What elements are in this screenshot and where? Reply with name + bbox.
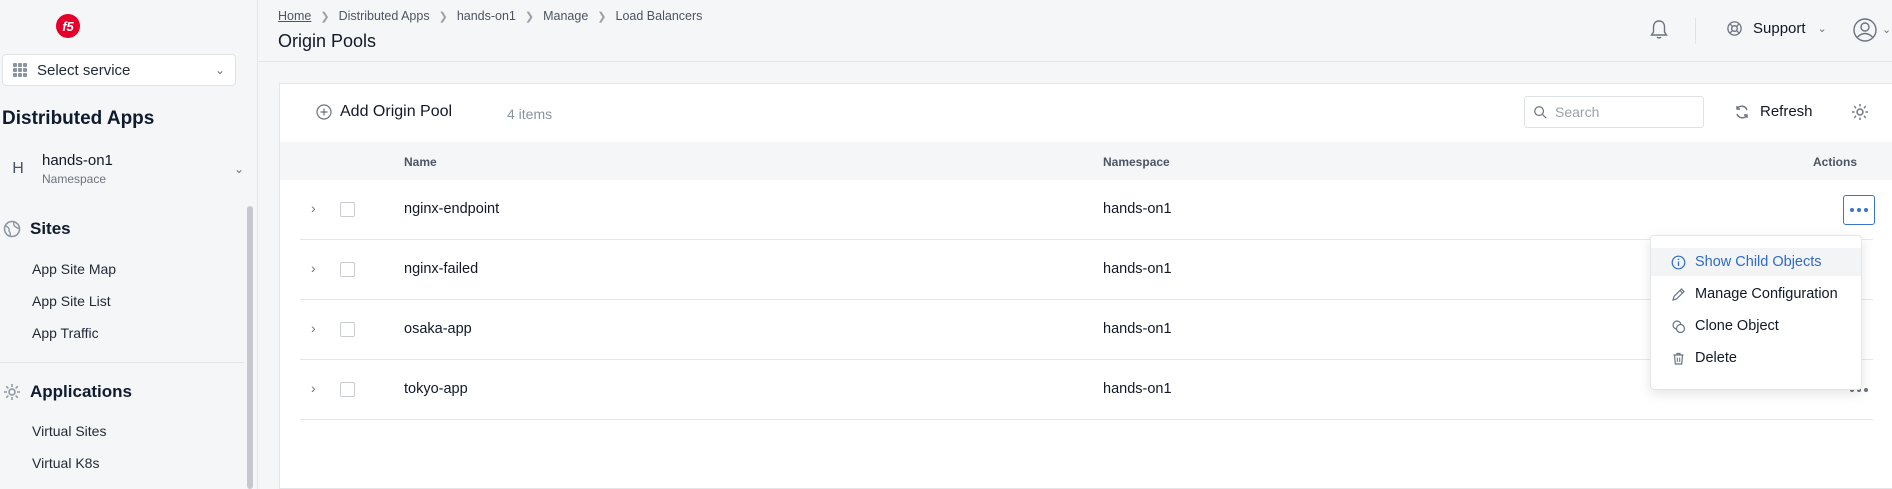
info-icon bbox=[1671, 255, 1686, 269]
sidebar-item-virtual-sites[interactable]: Virtual Sites bbox=[32, 423, 106, 439]
refresh-label: Refresh bbox=[1760, 103, 1813, 120]
bell-icon[interactable] bbox=[1648, 18, 1670, 40]
row-checkbox[interactable] bbox=[340, 202, 355, 217]
select-service-dropdown[interactable]: Select service ⌄ bbox=[2, 54, 236, 86]
namespace-label: Namespace bbox=[42, 172, 107, 186]
applications-section-heading[interactable]: Applications bbox=[2, 382, 132, 402]
top-header: Home ❯ Distributed Apps ❯ hands-on1 ❯ Ma… bbox=[258, 0, 1892, 62]
table-row[interactable]: › nginx-endpoint hands-on1 bbox=[300, 180, 1875, 240]
item-count: 4 items bbox=[507, 106, 553, 122]
menu-item-label: Clone Object bbox=[1695, 318, 1779, 334]
breadcrumb: Home ❯ Distributed Apps ❯ hands-on1 ❯ Ma… bbox=[278, 9, 702, 23]
namespace-selector[interactable]: H hands-on1 Namespace ⌄ bbox=[2, 148, 250, 190]
row-name: nginx-endpoint bbox=[404, 201, 500, 217]
breadcrumb-namespace[interactable]: hands-on1 bbox=[457, 9, 516, 23]
breadcrumb-load-balancers[interactable]: Load Balancers bbox=[616, 9, 703, 23]
menu-item-show-child-objects[interactable]: Show Child Objects bbox=[1651, 248, 1861, 276]
app-title: Distributed Apps bbox=[2, 108, 155, 129]
pencil-icon bbox=[1672, 287, 1685, 301]
expand-chevron-icon[interactable]: › bbox=[311, 200, 316, 216]
row-checkbox[interactable] bbox=[340, 322, 355, 337]
table-row[interactable]: › nginx-failed hands-on1 bbox=[300, 240, 1873, 300]
breadcrumb-separator-icon: ❯ bbox=[438, 10, 448, 23]
table-toolbar: Add Origin Pool 4 items Refresh bbox=[280, 84, 1892, 142]
lifebuoy-icon bbox=[1727, 21, 1742, 36]
chevron-down-icon: ⌄ bbox=[1817, 23, 1827, 35]
page-title: Origin Pools bbox=[278, 31, 377, 51]
table-row[interactable]: › osaka-app hands-on1 bbox=[300, 300, 1873, 360]
applications-heading-label: Applications bbox=[30, 382, 133, 401]
support-menu[interactable]: Support ⌄ bbox=[1726, 20, 1827, 37]
row-name: nginx-failed bbox=[404, 261, 479, 277]
menu-item-manage-configuration[interactable]: Manage Configuration bbox=[1651, 280, 1861, 308]
row-namespace: hands-on1 bbox=[1103, 381, 1172, 397]
breadcrumb-home[interactable]: Home bbox=[278, 9, 311, 23]
sites-section-heading[interactable]: Sites bbox=[2, 219, 71, 239]
row-actions-menu: Show Child Objects Manage Configuration … bbox=[1650, 235, 1862, 390]
column-header-name[interactable]: Name bbox=[404, 155, 437, 169]
namespace-name: hands-on1 bbox=[42, 152, 113, 169]
select-service-label: Select service bbox=[37, 61, 131, 79]
sidebar-item-app-site-map[interactable]: App Site Map bbox=[32, 261, 116, 277]
row-namespace: hands-on1 bbox=[1103, 321, 1172, 337]
support-label: Support bbox=[1753, 20, 1806, 37]
breadcrumb-manage[interactable]: Manage bbox=[543, 9, 588, 23]
row-namespace: hands-on1 bbox=[1103, 261, 1172, 277]
row-name: tokyo-app bbox=[404, 381, 468, 397]
breadcrumb-distributed-apps[interactable]: Distributed Apps bbox=[339, 9, 430, 23]
apps-grid-icon bbox=[13, 63, 27, 77]
f5-logo[interactable]: f5 bbox=[56, 14, 80, 38]
plus-circle-icon bbox=[316, 104, 332, 120]
row-actions-button[interactable] bbox=[1843, 195, 1875, 225]
row-checkbox[interactable] bbox=[340, 382, 355, 397]
menu-item-label: Show Child Objects bbox=[1695, 254, 1822, 270]
menu-item-label: Manage Configuration bbox=[1695, 286, 1838, 302]
namespace-badge: H bbox=[12, 160, 24, 177]
chevron-down-icon: ⌄ bbox=[214, 63, 225, 77]
search-icon bbox=[1534, 106, 1547, 119]
row-namespace: hands-on1 bbox=[1103, 201, 1172, 217]
sidebar-item-app-site-list[interactable]: App Site List bbox=[32, 293, 111, 309]
user-avatar-icon[interactable] bbox=[1852, 17, 1878, 43]
search-input[interactable] bbox=[1555, 104, 1695, 120]
sidebar-item-app-traffic[interactable]: App Traffic bbox=[32, 325, 99, 341]
table-header: Name Namespace Actions bbox=[280, 142, 1892, 180]
menu-item-clone-object[interactable]: Clone Object bbox=[1651, 312, 1861, 340]
breadcrumb-separator-icon: ❯ bbox=[320, 10, 330, 23]
header-divider bbox=[1695, 18, 1696, 44]
refresh-icon bbox=[1736, 105, 1748, 118]
row-checkbox[interactable] bbox=[340, 262, 355, 277]
column-header-namespace[interactable]: Namespace bbox=[1103, 155, 1170, 169]
expand-chevron-icon[interactable]: › bbox=[311, 260, 316, 276]
expand-chevron-icon[interactable]: › bbox=[311, 320, 316, 336]
menu-item-label: Delete bbox=[1695, 350, 1737, 366]
column-header-actions: Actions bbox=[1813, 155, 1858, 169]
sidebar-scrollbar[interactable] bbox=[247, 206, 253, 489]
trash-icon bbox=[1673, 352, 1684, 365]
settings-gear-icon[interactable] bbox=[1850, 102, 1870, 122]
breadcrumb-separator-icon: ❯ bbox=[524, 10, 535, 23]
breadcrumb-separator-icon: ❯ bbox=[597, 10, 607, 23]
row-name: osaka-app bbox=[404, 321, 472, 337]
add-origin-pool-button[interactable]: Add Origin Pool bbox=[316, 103, 452, 121]
globe-icon bbox=[3, 220, 21, 238]
add-origin-pool-label: Add Origin Pool bbox=[340, 103, 453, 120]
search-box[interactable] bbox=[1524, 96, 1704, 128]
expand-chevron-icon[interactable]: › bbox=[311, 380, 316, 396]
sidebar-item-virtual-k8s[interactable]: Virtual K8s bbox=[32, 455, 99, 471]
sidebar-divider bbox=[0, 362, 244, 363]
table-row[interactable]: › tokyo-app hands-on1 bbox=[300, 360, 1873, 420]
gear-icon bbox=[4, 384, 20, 400]
sidebar: f5 Select service ⌄ Distributed Apps H h… bbox=[0, 0, 258, 489]
refresh-button[interactable]: Refresh bbox=[1734, 103, 1813, 120]
menu-item-delete[interactable]: Delete bbox=[1651, 344, 1861, 372]
chevron-down-icon: ⌄ bbox=[233, 162, 244, 176]
clone-icon bbox=[1672, 319, 1686, 333]
sites-heading-label: Sites bbox=[30, 219, 71, 238]
chevron-down-icon[interactable]: ⌄ bbox=[1882, 23, 1891, 36]
